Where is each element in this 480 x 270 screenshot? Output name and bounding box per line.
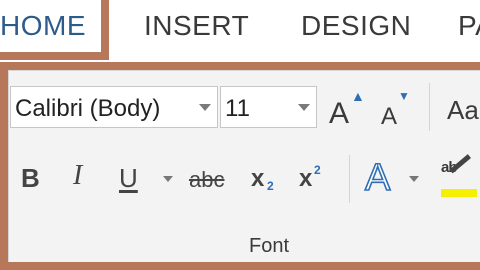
change-case-button[interactable]: Aa: [447, 95, 479, 126]
down-arrow-icon: ▼: [398, 89, 410, 103]
italic-button[interactable]: I: [73, 160, 82, 192]
chevron-down-icon[interactable]: [409, 176, 419, 182]
font-size-dropdown[interactable]: 11: [220, 86, 317, 128]
text-effects-button[interactable]: A: [364, 156, 391, 200]
subscript-button[interactable]: x 2: [251, 165, 274, 193]
text-highlight-button[interactable]: ab: [441, 154, 480, 201]
tab-page-layout[interactable]: PA: [458, 10, 480, 42]
ribbon-tab-strip: HOME INSERT DESIGN PA: [0, 0, 480, 62]
bold-button[interactable]: B: [21, 163, 40, 194]
tab-home[interactable]: HOME: [0, 0, 109, 60]
superscript-mark: 2: [314, 163, 321, 177]
font-name-value: Calibri (Body): [15, 95, 161, 122]
change-case-label: Aa: [447, 95, 479, 125]
shrink-font-letter: A: [381, 103, 398, 130]
underline-button[interactable]: U: [119, 163, 138, 194]
font-group-panel: Calibri (Body) 11 A ▲ A ▼ Aa B I U abc x…: [8, 70, 480, 262]
font-group-label: Font: [249, 235, 290, 257]
font-name-dropdown[interactable]: Calibri (Body): [10, 86, 218, 128]
grow-font-letter: A: [329, 97, 350, 130]
superscript-button[interactable]: x 2: [299, 163, 321, 193]
tab-design[interactable]: DESIGN: [301, 10, 411, 42]
word-ribbon: HOME INSERT DESIGN PA Calibri (Body) 11 …: [0, 0, 480, 270]
up-arrow-icon: ▲: [351, 88, 365, 104]
highlight-color-bar: [441, 189, 477, 197]
chevron-down-icon[interactable]: [199, 104, 211, 111]
ribbon-divider: [429, 83, 430, 131]
ribbon-divider: [349, 155, 350, 203]
shrink-font-button[interactable]: A ▼: [381, 89, 410, 131]
font-size-value: 11: [225, 95, 250, 122]
grow-font-button[interactable]: A ▲: [329, 88, 365, 131]
strikethrough-button[interactable]: abc: [189, 167, 224, 193]
chevron-down-icon[interactable]: [163, 176, 173, 182]
subscript-base: x: [251, 165, 265, 192]
superscript-base: x: [299, 165, 313, 192]
tab-insert[interactable]: INSERT: [144, 10, 249, 42]
chevron-down-icon[interactable]: [298, 104, 310, 111]
tab-home-label: HOME: [0, 10, 86, 41]
subscript-mark: 2: [267, 179, 274, 193]
